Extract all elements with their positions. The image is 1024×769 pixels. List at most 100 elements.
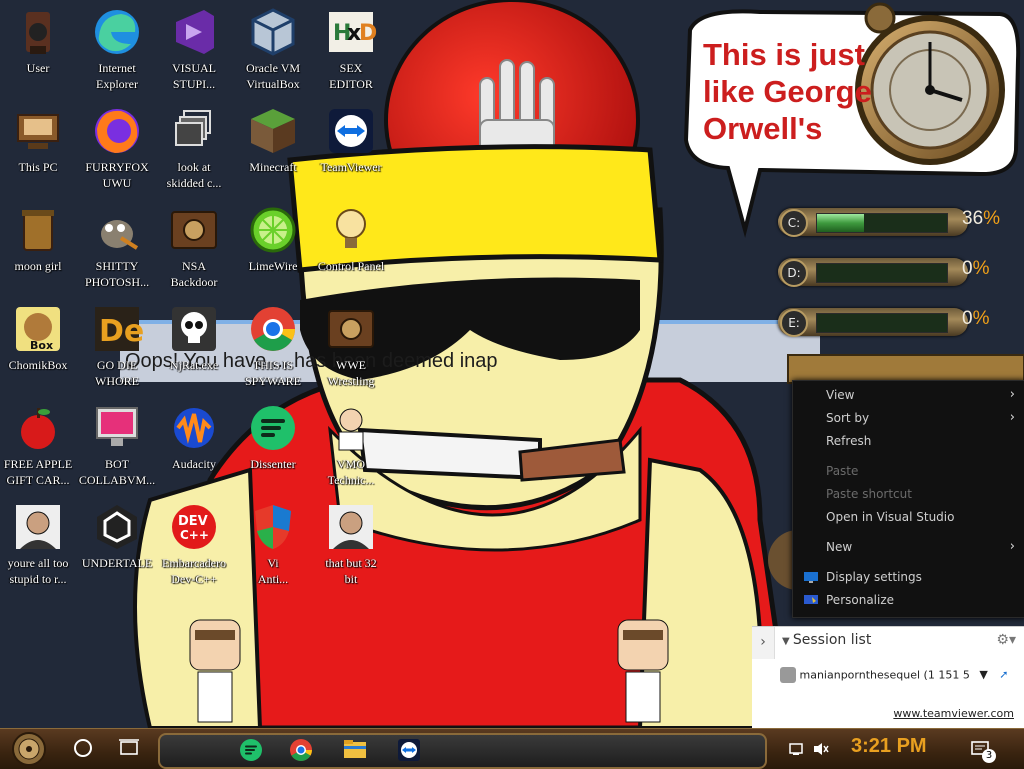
edge-icon — [95, 10, 139, 54]
computer-icon — [17, 114, 59, 149]
teamviewer-panel: › ▼ Session list ⚙▾ manianpornthesequel … — [752, 626, 1024, 729]
desktop-icon[interactable]: VISUAL STUPI... — [155, 6, 233, 100]
context-menu-item-display-settings[interactable]: Display settings — [793, 567, 1024, 589]
desktop-icon-label: UNDERTALE — [81, 556, 153, 570]
desktop-icon[interactable]: NSA Backdoor — [155, 204, 233, 298]
context-menu-item-open-in-visual-studio[interactable]: Open in Visual Studio — [793, 507, 1024, 529]
portrait-icon — [329, 505, 373, 549]
desktop-icon[interactable]: SHITTY PHOTOSH... — [78, 204, 156, 298]
desktop-icon[interactable]: UNDERTALE — [78, 501, 156, 595]
desktop-icon-label: LimeWire — [248, 259, 298, 273]
gauge-fill — [817, 214, 864, 232]
unity-icon — [97, 505, 137, 549]
context-menu-item-view[interactable]: View › — [793, 385, 1024, 407]
session-row[interactable]: manianpornthesequel (1 151 5 ▼ ➚ — [780, 667, 1020, 687]
desktop-icon[interactable]: THIS IS SPYWARE — [234, 303, 312, 397]
monitor-icon — [96, 407, 138, 446]
start-button[interactable] — [4, 731, 54, 767]
desktop-icon[interactable]: Vi Anti... — [234, 501, 312, 595]
task-view-icon[interactable] — [118, 737, 140, 759]
gauge-tube: C: — [778, 208, 968, 237]
desktop-icon[interactable]: Dissenter — [234, 402, 312, 496]
desktop-icon-label: FURRYFOX UWU — [85, 160, 149, 190]
desktop-icon-label: WWE Wrestling — [327, 358, 375, 388]
desktop-icon[interactable]: NjRat.exe — [155, 303, 233, 397]
pinned-apps-bar — [158, 733, 767, 769]
folder-stack-icon — [175, 110, 211, 146]
chevron-right-icon: › — [1009, 387, 1015, 402]
apple-icon — [21, 408, 55, 449]
chrome-icon — [251, 307, 295, 351]
desktop-icon-label: TeamViewer — [320, 160, 382, 174]
desktop-icon-label: that but 32 bit — [325, 556, 377, 586]
desktop-icon[interactable]: De GO DIE WHORE — [78, 303, 156, 397]
taskbar-chrome-icon[interactable] — [288, 737, 314, 763]
desktop-icon-label: THIS IS SPYWARE — [244, 358, 301, 388]
teamviewer-link[interactable]: www.teamviewer.com — [893, 707, 1014, 720]
gauge-percent: 0% — [962, 308, 990, 329]
desktop-icon[interactable]: Audacity — [155, 402, 233, 496]
connect-cursor-icon[interactable]: ➚ — [999, 668, 1008, 681]
desktop-icon[interactable]: FREE APPLE GIFT CAR... — [0, 402, 77, 496]
recycle-bin-icon — [22, 210, 54, 251]
avatar — [780, 667, 796, 683]
context-menu-item-sort-by[interactable]: Sort by › — [793, 408, 1024, 430]
dissenter-icon — [251, 406, 295, 450]
gauge-dial: D: — [780, 259, 808, 287]
desktop-icon[interactable]: This PC — [0, 105, 77, 199]
desktop-icon[interactable]: Minecraft — [234, 105, 312, 199]
desktop-icon[interactable]: Box ChomikBox — [0, 303, 77, 397]
taskbar-clock[interactable]: 3:21 PM — [851, 735, 927, 758]
teamviewer-icon — [329, 109, 373, 153]
desktop-icon[interactable]: Control Panel — [312, 204, 390, 298]
context-menu-item-paste-shortcut[interactable]: Paste shortcut — [793, 484, 1024, 506]
desktop-icon[interactable]: look at skidded c... — [155, 105, 233, 199]
taskbar-dissenter-icon[interactable] — [238, 737, 264, 763]
context-menu-item-new[interactable]: New › — [793, 537, 1024, 559]
svg-text:C++: C++ — [180, 528, 209, 542]
gear-icon[interactable]: ⚙▾ — [996, 632, 1016, 648]
network-icon[interactable] — [788, 741, 804, 757]
context-menu-item-refresh[interactable]: Refresh — [793, 431, 1024, 453]
desktop-icon[interactable]: VMO Technic... — [312, 402, 390, 496]
desktop-icon[interactable]: DEV C++ Embarcadero Dev-C++ — [155, 501, 233, 595]
shield-icon — [255, 505, 291, 549]
gauge-percent: 0% — [962, 258, 990, 279]
drive-gauge: D: 0% — [768, 252, 1008, 292]
taskbar-teamviewer-icon[interactable] — [396, 737, 422, 763]
desktop-context-menu: View › Sort by › Refresh Paste Paste shortcut O… — [792, 380, 1024, 618]
desktop-icon-label: Audacity — [172, 457, 216, 471]
hex-editor-icon: HxD — [329, 12, 377, 52]
desktop-icon-label: Embarcadero Dev-C++ — [162, 556, 226, 586]
virtualbox-icon — [251, 8, 295, 56]
desktop-icon[interactable]: that but 32 bit — [312, 501, 390, 595]
gauge-dial: C: — [780, 209, 808, 237]
desktop-icon[interactable]: Hx D SEX EDITOR — [312, 6, 390, 100]
desktop-icon[interactable]: Internet Explorer — [78, 6, 156, 100]
desktop-icon[interactable]: User — [0, 6, 77, 100]
desktop-icon[interactable]: Oracle VM VirtualBox — [234, 6, 312, 100]
search-circle-icon[interactable] — [72, 737, 94, 759]
desktop-icon-label: VMO Technic... — [327, 457, 375, 487]
drive-gauge: C: 36% — [768, 202, 1008, 242]
lightbulb-icon — [336, 209, 366, 248]
desktop-icon[interactable]: LimeWire — [234, 204, 312, 298]
context-menu-item-paste[interactable]: Paste — [793, 461, 1024, 483]
portrait-icon — [16, 505, 60, 549]
desktop-icon[interactable]: youre all too stupid to r... — [0, 501, 77, 595]
gauge-dial: E: — [780, 309, 808, 337]
desktop-icon[interactable]: FURRYFOX UWU — [78, 105, 156, 199]
desktop-icon-label: Vi Anti... — [257, 556, 289, 586]
user-icon — [26, 12, 50, 54]
collapse-panel-button[interactable]: › — [752, 627, 775, 659]
volume-muted-icon[interactable] — [812, 741, 830, 757]
desktop-icon-label: Minecraft — [249, 160, 297, 174]
desktop-icon[interactable]: WWE Wrestling — [312, 303, 390, 397]
dropdown-arrow-icon[interactable]: ▼ — [979, 668, 987, 681]
desktop-icon[interactable]: moon girl — [0, 204, 77, 298]
devcpp-icon: DEVC++ — [172, 505, 216, 549]
desktop-icon[interactable]: TeamViewer — [312, 105, 390, 199]
taskbar-file-explorer-icon[interactable] — [342, 737, 368, 763]
desktop-icon[interactable]: BOT COLLABVM... — [78, 402, 156, 496]
context-menu-item-personalize[interactable]: Personalize — [793, 590, 1024, 612]
